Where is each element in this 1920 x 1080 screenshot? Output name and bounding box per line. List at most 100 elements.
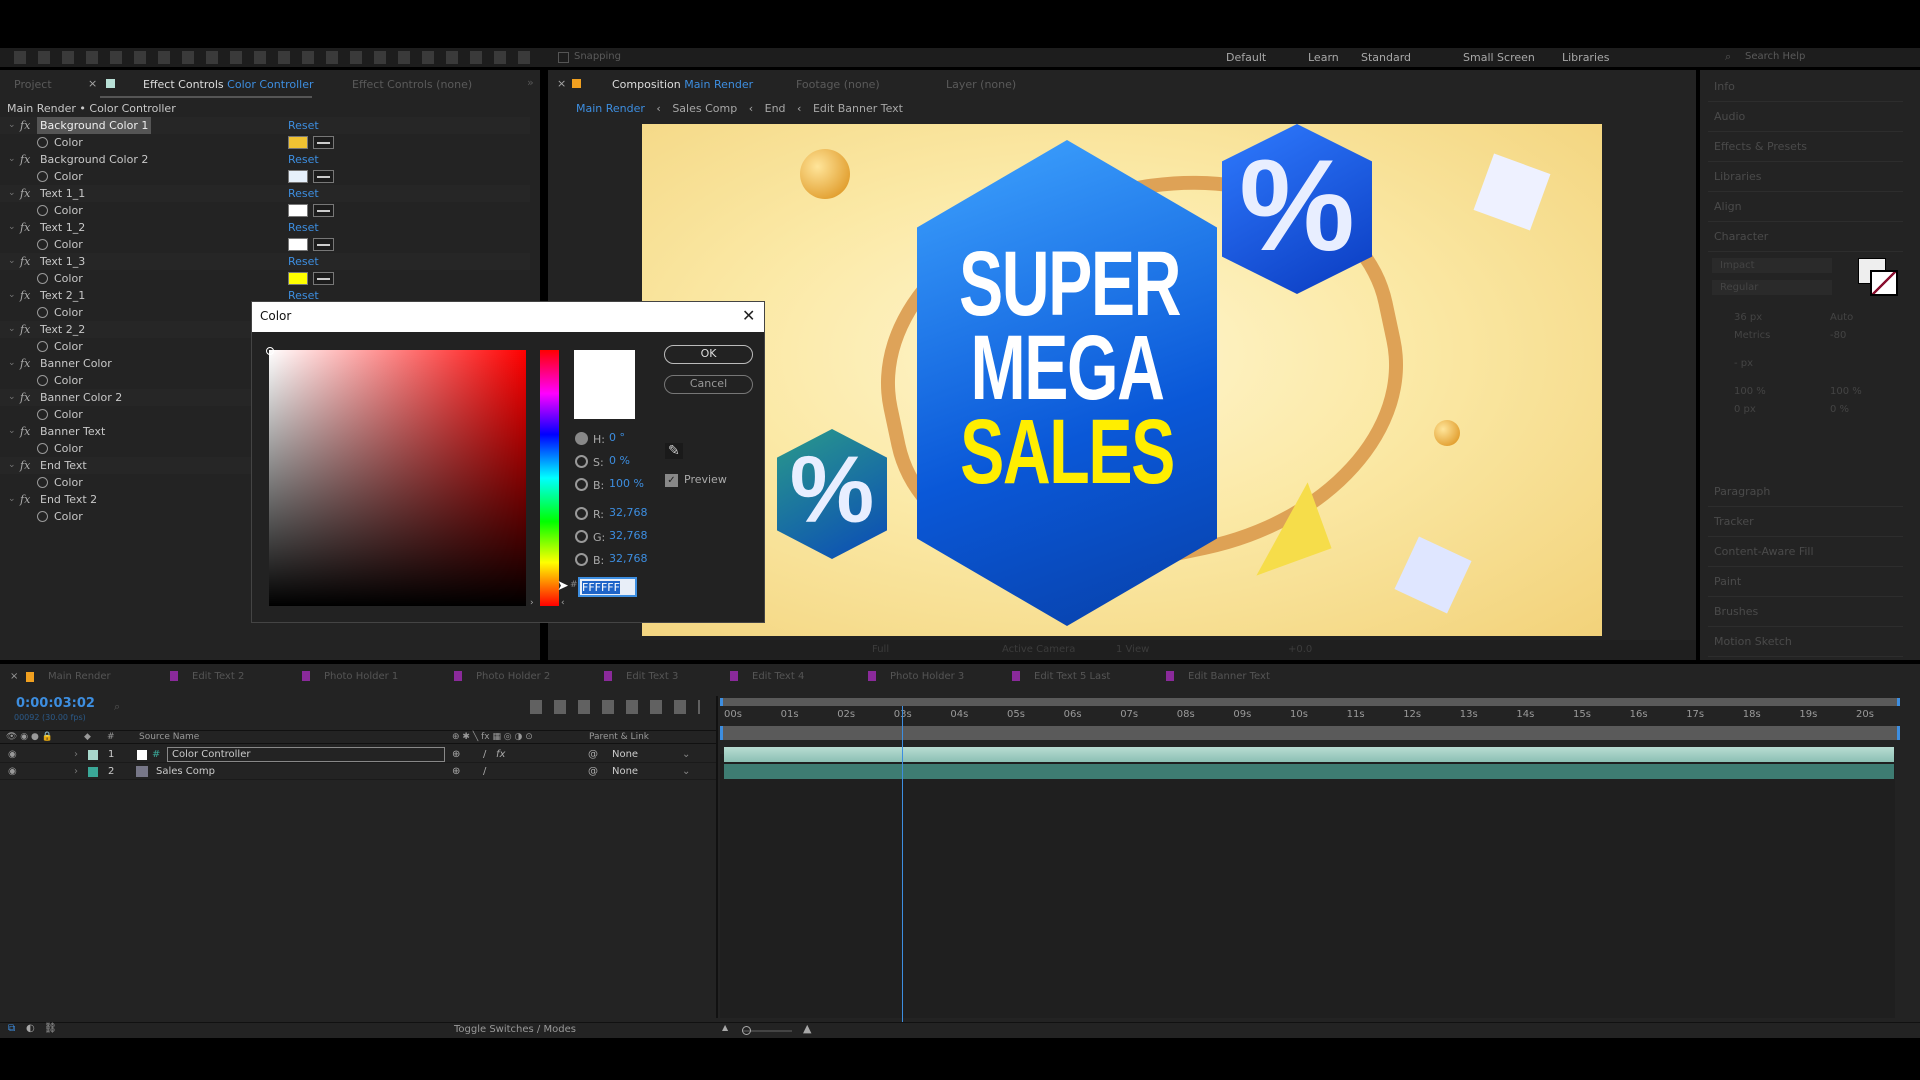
tsume-value[interactable]: 0 % (1830, 404, 1849, 415)
stopwatch-icon[interactable] (37, 341, 48, 352)
expand-chevron-icon[interactable]: › (74, 746, 78, 763)
slider-thumb[interactable] (742, 1026, 751, 1035)
close-icon[interactable]: ✕ (742, 306, 755, 325)
font-family-select[interactable]: Impact (1712, 258, 1832, 273)
chevron-down-icon[interactable]: ⌄ (8, 219, 16, 236)
stroke-color-swatch[interactable] (1870, 270, 1898, 296)
comp-tab[interactable]: Edit Text 2 (170, 671, 244, 682)
fx-icon[interactable]: fx (20, 423, 30, 440)
effect-name[interactable]: Text 1_2 (37, 219, 88, 236)
panel-info[interactable]: Info (1708, 72, 1903, 102)
stopwatch-icon[interactable] (37, 409, 48, 420)
reset-link[interactable]: Reset (288, 219, 319, 236)
preview-checkbox[interactable]: ✓ (665, 474, 678, 487)
tab-composition[interactable]: Composition Main Render (612, 78, 753, 91)
effect-name[interactable]: Background Color 2 (37, 151, 151, 168)
tab-layer[interactable]: Layer (none) (946, 78, 1016, 91)
fx-icon[interactable]: fx (20, 321, 30, 338)
reset-link[interactable]: Reset (288, 185, 319, 202)
fx-icon[interactable]: fx (20, 389, 30, 406)
stopwatch-icon[interactable] (37, 239, 48, 250)
panel-content-aware-fill[interactable]: Content-Aware Fill (1708, 537, 1903, 567)
effect-row[interactable]: ⌄ fx Background Color 2 Reset (0, 151, 530, 168)
workspace-learn[interactable]: Learn (1308, 51, 1339, 64)
stroke-width-value[interactable]: - px (1734, 358, 1753, 369)
stopwatch-icon[interactable] (37, 375, 48, 386)
parent-select[interactable]: None (612, 763, 692, 780)
eyedropper-icon[interactable] (313, 136, 334, 149)
comp-tab[interactable]: Photo Holder 1 (302, 671, 398, 682)
layer-duration-bar[interactable] (724, 764, 1894, 779)
panel-character[interactable]: Character (1708, 222, 1903, 252)
layer-row[interactable]: ◉ › 1 # Color Controller ⊕ / fx @ None ⌄ (0, 746, 716, 763)
chevron-down-icon[interactable]: ⌄ (8, 253, 16, 270)
hue-slider-arrow-left[interactable]: › (530, 598, 534, 608)
stopwatch-icon[interactable] (37, 511, 48, 522)
vertical-scale-value[interactable]: 100 % (1734, 386, 1766, 397)
field-radio[interactable] (575, 553, 588, 566)
eyedropper-icon[interactable] (313, 170, 334, 183)
fx-icon[interactable]: fx (20, 355, 30, 372)
hex-input[interactable]: FFFFFF (578, 577, 637, 597)
effect-name[interactable]: Text 1_3 (37, 253, 88, 270)
quality-switch-icon[interactable]: / (483, 763, 486, 780)
timeline-switch-icons[interactable] (530, 700, 700, 714)
field-value[interactable]: 100 % (609, 477, 644, 490)
panel-libraries[interactable]: Libraries (1708, 162, 1903, 192)
eyedropper-icon[interactable] (313, 238, 334, 251)
chevron-down-icon[interactable]: ⌄ (8, 287, 16, 304)
ok-button[interactable]: OK (664, 345, 753, 364)
effect-row[interactable]: ⌄ fx Text 1_2 Reset (0, 219, 530, 236)
effect-name[interactable]: Banner Text (37, 423, 108, 440)
close-icon[interactable]: × (10, 671, 18, 682)
effect-name[interactable]: Text 2_2 (37, 321, 88, 338)
effect-name[interactable]: Background Color 1 (37, 117, 152, 134)
field-radio[interactable] (575, 432, 588, 445)
panel-overflow-icon[interactable]: » (527, 76, 534, 89)
effect-name[interactable]: Text 2_1 (37, 287, 88, 304)
panel-paint[interactable]: Paint (1708, 567, 1903, 597)
quality-switch-icon[interactable]: / (483, 746, 486, 763)
comp-tab[interactable]: Edit Banner Text (1166, 671, 1270, 682)
chevron-down-icon[interactable]: ⌄ (682, 763, 690, 780)
fx-icon[interactable]: fx (20, 253, 30, 270)
panel-brushes[interactable]: Brushes (1708, 597, 1903, 627)
workspace-standard[interactable]: Standard (1361, 51, 1411, 64)
effect-name[interactable]: Banner Color (37, 355, 115, 372)
snapping-checkbox[interactable] (558, 52, 569, 63)
pickwhip-icon[interactable]: @ (588, 746, 598, 763)
color-swatch[interactable] (288, 204, 308, 217)
chevron-down-icon[interactable]: ⌄ (8, 491, 16, 508)
color-swatch[interactable] (288, 136, 308, 149)
visibility-eye-icon[interactable]: ◉ (8, 746, 17, 763)
baseline-shift-value[interactable]: 0 px (1734, 404, 1756, 415)
reset-link[interactable]: Reset (288, 151, 319, 168)
kerning-value[interactable]: Metrics (1734, 330, 1770, 341)
effect-row[interactable]: ⌄ fx Text 1_1 Reset (0, 185, 530, 202)
field-value[interactable]: 32,768 (609, 552, 648, 565)
breadcrumb-edit-banner-text[interactable]: Edit Banner Text (813, 102, 903, 115)
field-value[interactable]: 0 ° (609, 431, 625, 444)
parent-select[interactable]: None (612, 746, 692, 763)
stopwatch-icon[interactable] (37, 205, 48, 216)
close-icon[interactable]: × (88, 77, 97, 90)
fx-icon[interactable]: fx (20, 185, 30, 202)
search-icon[interactable]: ⌕ (1725, 50, 1731, 64)
color-picker-cursor[interactable] (266, 347, 274, 355)
pickwhip-icon[interactable]: @ (588, 763, 598, 780)
chevron-down-icon[interactable]: ⌄ (8, 423, 16, 440)
stopwatch-icon[interactable] (37, 137, 48, 148)
camera-select[interactable]: Active Camera (1002, 640, 1075, 660)
eyedropper-icon[interactable]: ✎ (665, 443, 683, 459)
render-icon[interactable]: ◐ (26, 1023, 35, 1034)
breadcrumb-end[interactable]: End (765, 102, 786, 115)
color-swatch[interactable] (288, 170, 308, 183)
tool-icons[interactable] (14, 51, 534, 64)
comp-tab[interactable]: Main Render (48, 671, 111, 682)
effect-row[interactable]: ⌄ fx Text 1_3 Reset (0, 253, 530, 270)
comp-flowchart-icon[interactable]: ⧉ (8, 1023, 15, 1034)
field-value[interactable]: 32,768 (609, 529, 648, 542)
stopwatch-icon[interactable] (37, 171, 48, 182)
tab-footage[interactable]: Footage (none) (796, 78, 880, 91)
leading-value[interactable]: Auto (1830, 312, 1853, 323)
